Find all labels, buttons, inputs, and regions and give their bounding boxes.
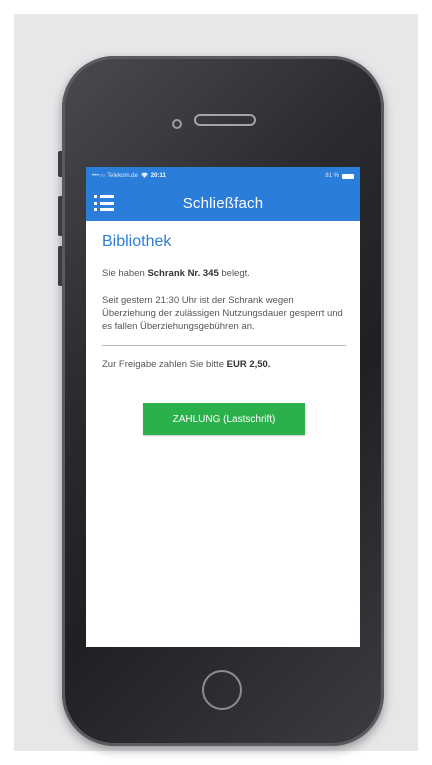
section-heading: Bibliothek bbox=[102, 233, 172, 250]
nav-bar: Schließfach bbox=[86, 185, 360, 221]
status-time: 20:11 bbox=[150, 173, 166, 179]
carrier-label: •••○○ Telekom.de bbox=[92, 173, 138, 179]
phone-frame: •••○○ Telekom.de 20:11 81 % Schließfach … bbox=[58, 56, 384, 746]
locker-info-prefix: Sie haben bbox=[102, 268, 148, 279]
status-bar: •••○○ Telekom.de 20:11 81 % bbox=[86, 167, 360, 185]
locker-info-suffix: belegt. bbox=[218, 268, 250, 279]
payment-info: Zur Freigabe zahlen Sie bitte EUR 2,50. bbox=[102, 358, 346, 371]
locker-number: Schrank Nr. 345 bbox=[147, 268, 219, 279]
locker-info: Sie haben Schrank Nr. 345 belegt. bbox=[102, 267, 346, 280]
wifi-icon bbox=[140, 172, 148, 180]
page-title: Schließfach bbox=[182, 194, 264, 212]
volume-down-button bbox=[58, 246, 62, 286]
menu-icon[interactable] bbox=[94, 193, 114, 213]
battery-percent: 81 % bbox=[325, 173, 339, 179]
payment-info-prefix: Zur Freigabe zahlen Sie bitte bbox=[102, 359, 227, 370]
divider bbox=[102, 345, 346, 346]
main-content: Bibliothek Sie haben Schrank Nr. 345 bel… bbox=[86, 221, 360, 435]
mute-switch bbox=[58, 151, 62, 177]
screen: •••○○ Telekom.de 20:11 81 % Schließfach … bbox=[86, 167, 360, 647]
earpiece-speaker bbox=[194, 114, 256, 126]
front-camera bbox=[172, 119, 182, 129]
lock-notice: Seit gestern 21:30 Uhr ist der Schrank w… bbox=[102, 295, 343, 332]
battery-icon bbox=[342, 173, 354, 179]
home-button[interactable] bbox=[202, 670, 242, 710]
volume-up-button bbox=[58, 196, 62, 236]
payment-amount: EUR 2,50. bbox=[226, 359, 271, 370]
pay-button[interactable]: ZAHLUNG (Lastschrift) bbox=[143, 403, 305, 435]
